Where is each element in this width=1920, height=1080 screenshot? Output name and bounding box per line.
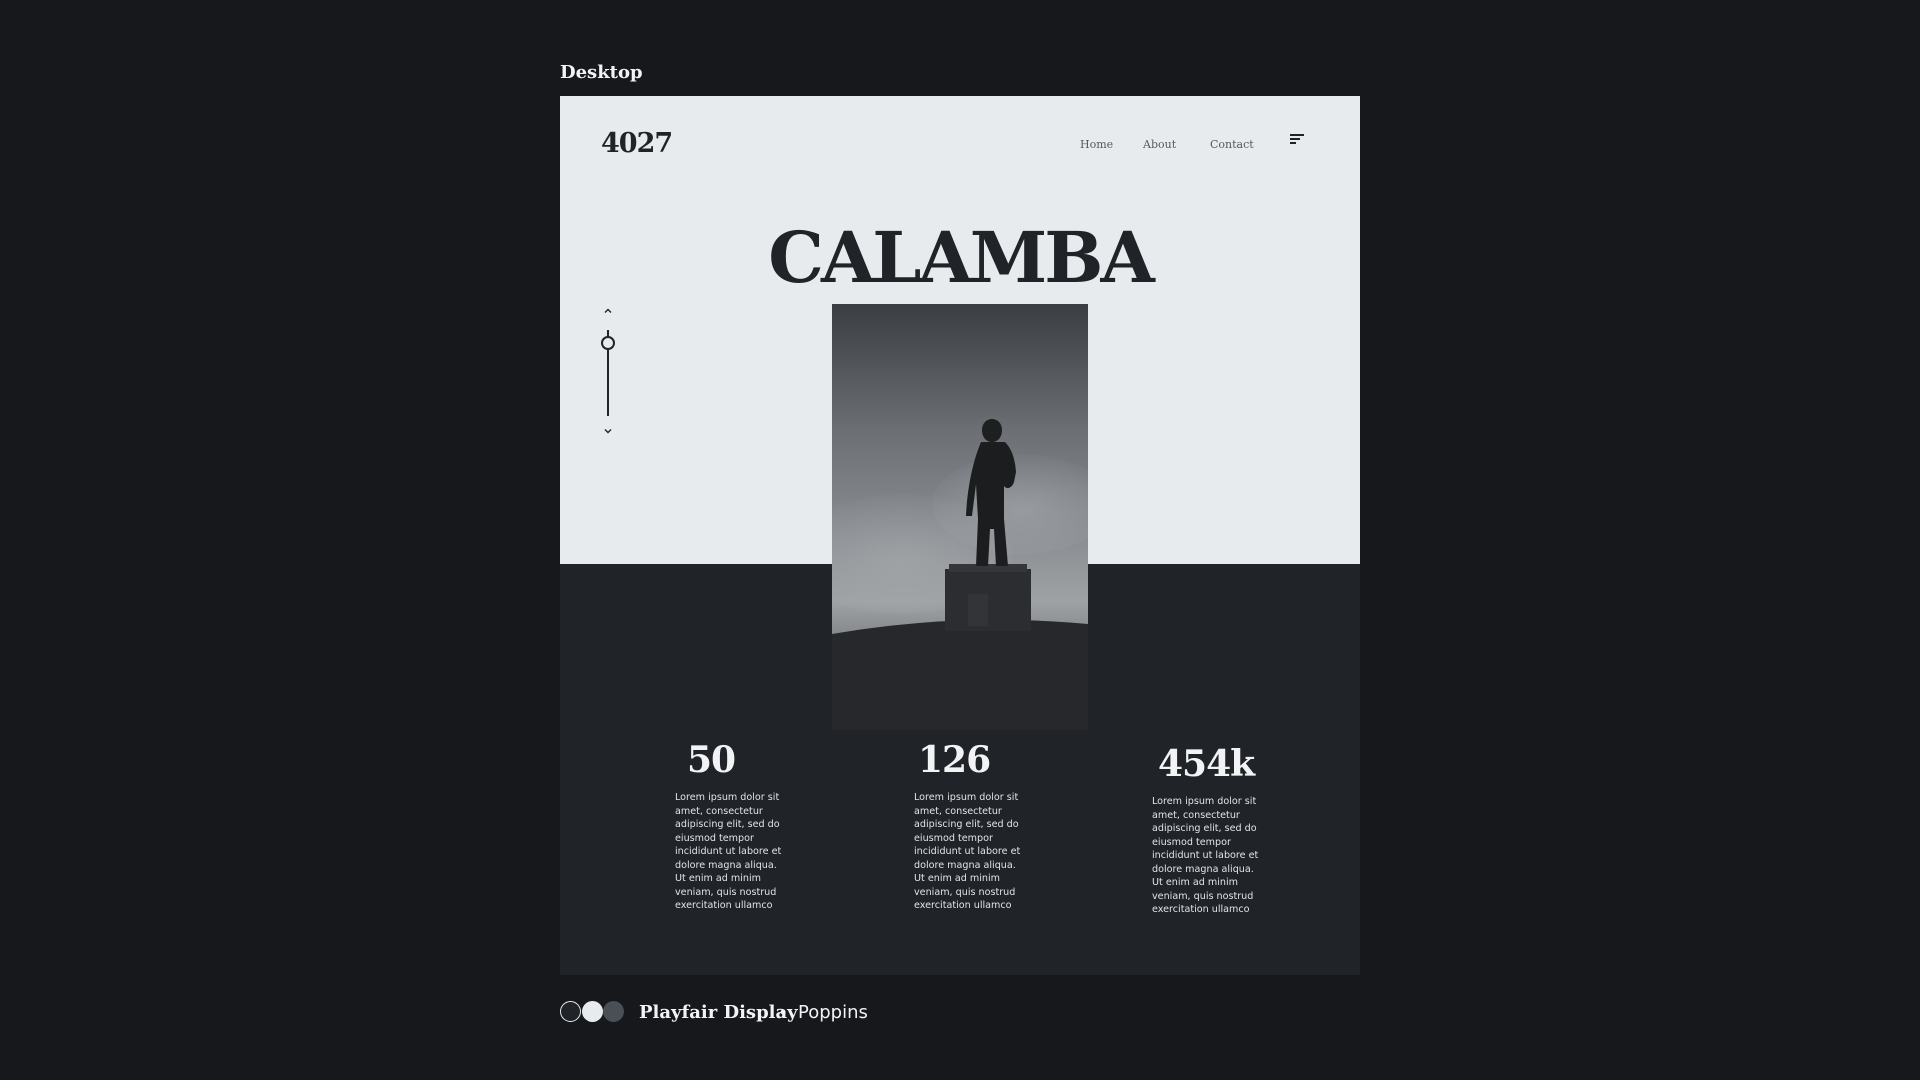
- desktop-artboard: 4027 Home About Contact CALAMBA 50 Lorem…: [560, 96, 1360, 975]
- stat-item: 50 Lorem ipsum dolor sit amet, consectet…: [675, 742, 835, 913]
- slider-thumb[interactable]: [601, 335, 615, 350]
- stat-value: 50: [687, 739, 736, 781]
- hero-photo: [832, 304, 1088, 730]
- hero-title: CALAMBA: [768, 216, 1155, 299]
- nav-contact[interactable]: Contact: [1210, 138, 1254, 151]
- stat-description: Lorem ipsum dolor sit amet, consectetur …: [1152, 796, 1259, 915]
- stat-description: Lorem ipsum dolor sit amet, consectetur …: [675, 792, 782, 911]
- chevron-down-icon[interactable]: [603, 426, 613, 436]
- color-swatch: [560, 1001, 581, 1022]
- stat-value: 454k: [1158, 743, 1255, 785]
- stat-value: 126: [918, 739, 991, 781]
- site-logo[interactable]: 4027: [601, 128, 673, 159]
- vertical-slider[interactable]: [598, 306, 618, 436]
- stat-description: Lorem ipsum dolor sit amet, consectetur …: [914, 792, 1021, 911]
- font-name-body: Poppins: [798, 1002, 868, 1023]
- color-swatch: [582, 1001, 603, 1022]
- stat-item: 126 Lorem ipsum dolor sit amet, consecte…: [914, 742, 1074, 913]
- font-separator: •: [780, 1002, 787, 1022]
- nav-about[interactable]: About: [1143, 138, 1176, 151]
- stat-item: 454k Lorem ipsum dolor sit amet, consect…: [1152, 746, 1312, 917]
- chevron-up-icon[interactable]: [603, 306, 613, 316]
- menu-icon[interactable]: [1290, 134, 1304, 146]
- font-name-heading: Playfair Display: [639, 1002, 798, 1023]
- statue-image: [832, 419, 1088, 730]
- color-swatch: [603, 1001, 624, 1022]
- nav-home[interactable]: Home: [1080, 138, 1113, 151]
- frame-label: Desktop: [560, 62, 643, 83]
